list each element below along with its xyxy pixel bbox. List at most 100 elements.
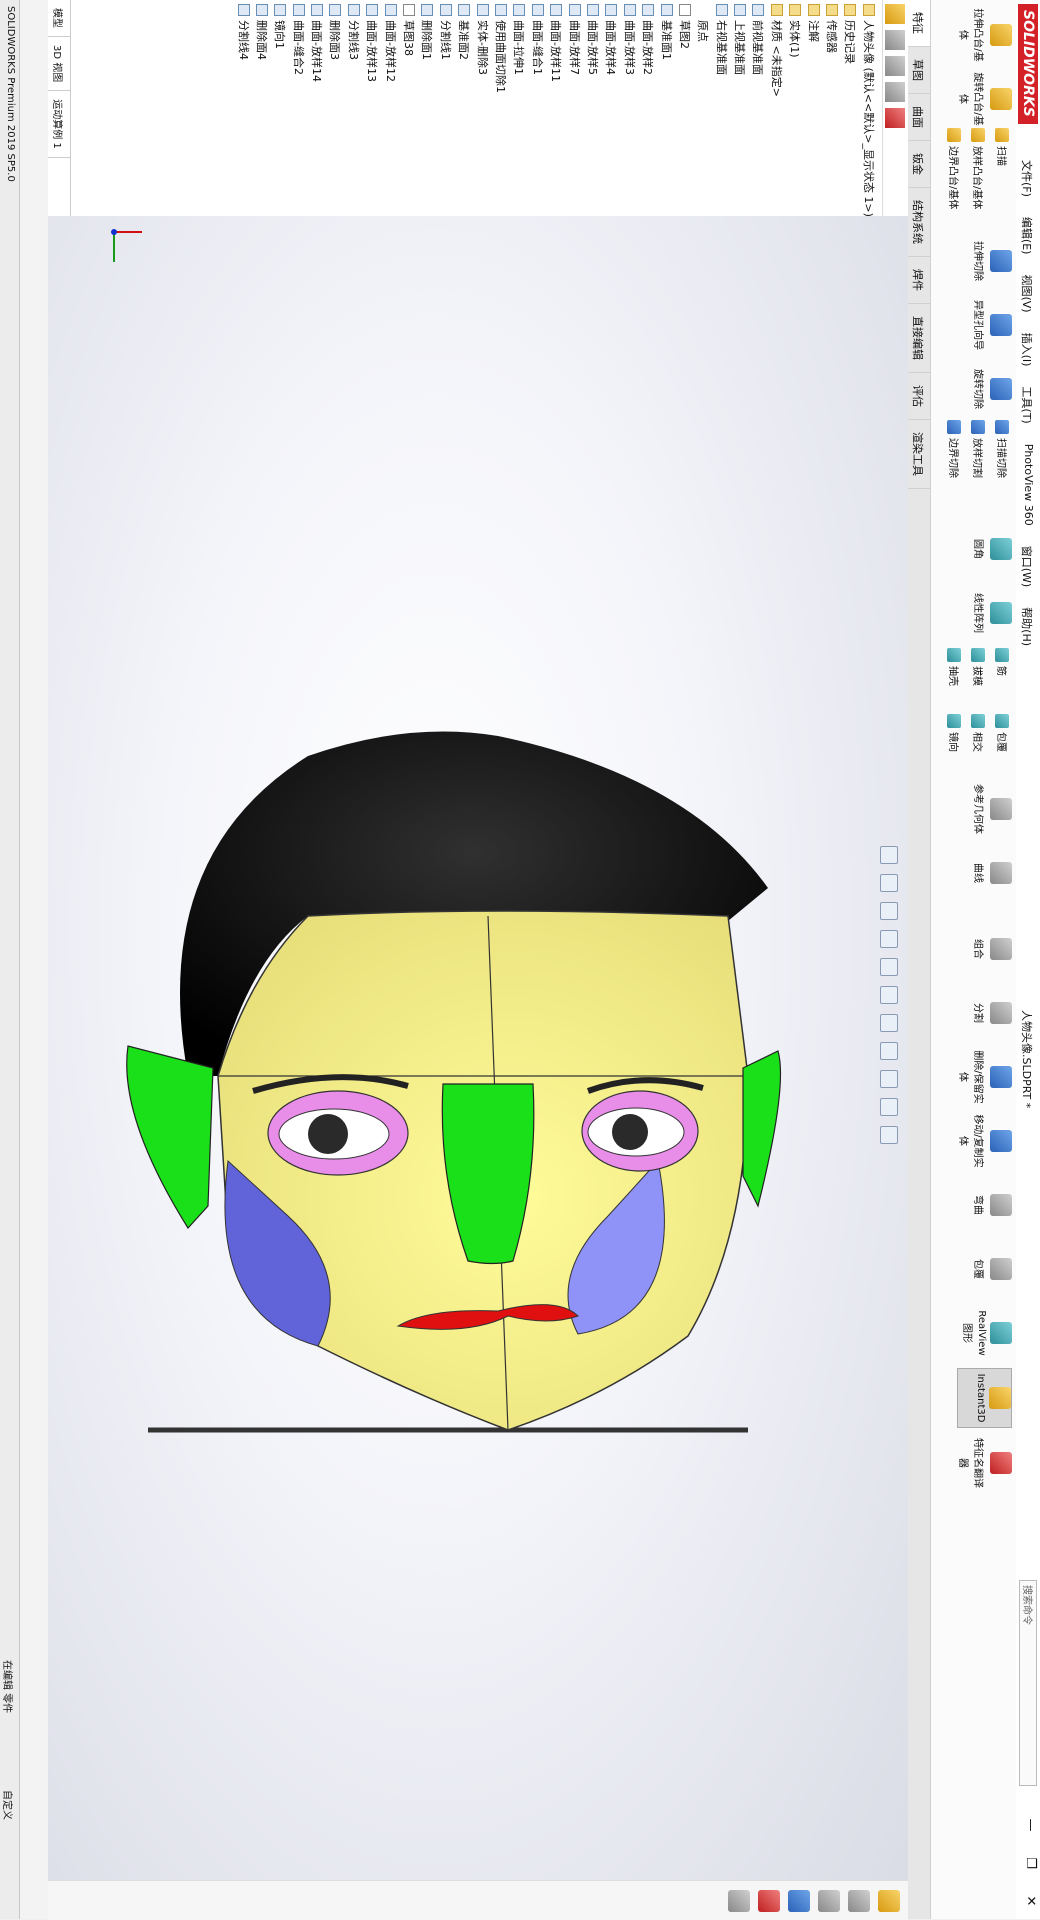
menu-edit[interactable]: 编辑(E)	[1016, 207, 1040, 265]
boundary-cut-button[interactable]: 边界切除	[947, 420, 962, 478]
tree-item[interactable]: 曲面-放样11	[547, 4, 565, 217]
revolve-cut-button[interactable]: 旋转切除	[972, 360, 1012, 418]
feature-name-translator-button[interactable]: 特征名翻译器	[957, 1434, 1012, 1492]
reference-geometry-button[interactable]: 参考几何体	[972, 780, 1012, 838]
restore-button[interactable]: ❐	[1023, 1849, 1038, 1877]
menu-photoview[interactable]: PhotoView 360	[1016, 434, 1040, 536]
mirror-button[interactable]: 镜向	[947, 714, 962, 752]
tree-item[interactable]: 草图38	[400, 4, 418, 217]
tree-item[interactable]: 曲面-放样4	[602, 4, 620, 217]
flex-button[interactable]: 弯曲	[957, 1176, 1012, 1234]
move-copy-body-button[interactable]: 移动/复制实体	[957, 1112, 1012, 1170]
tab-weldments[interactable]: 焊件	[908, 257, 930, 304]
wrap-button[interactable]: 包覆	[995, 714, 1010, 752]
tree-item[interactable]: 使用曲面切除1	[492, 4, 510, 217]
linear-pattern-button[interactable]: 线性阵列	[972, 584, 1012, 642]
tab-3d-views[interactable]: 3D 视图	[48, 37, 70, 92]
extrude-cut-button[interactable]: 拉伸切除	[972, 232, 1012, 290]
tab-structure-system[interactable]: 结构系统	[908, 188, 930, 257]
tab-direct-editing[interactable]: 直接编辑	[908, 304, 930, 373]
tree-item[interactable]: 历史记录	[841, 4, 859, 217]
tree-item[interactable]: 曲面-放样3	[621, 4, 639, 217]
wrap-2-button[interactable]: 包覆	[957, 1240, 1012, 1298]
tree-item[interactable]: 分割线3	[345, 4, 363, 217]
display-manager-tab-icon[interactable]	[885, 108, 905, 128]
menu-file[interactable]: 文件(F)	[1016, 150, 1040, 207]
boundary-boss-button[interactable]: 边界凸台/基体	[947, 128, 962, 209]
graphics-area[interactable]	[48, 216, 908, 1919]
tree-item[interactable]: 曲面-放样13	[363, 4, 381, 217]
tree-item[interactable]: 曲面-放样12	[381, 4, 399, 217]
tree-item[interactable]: 曲面-拉伸1	[510, 4, 528, 217]
combine-button[interactable]: 组合	[957, 920, 1012, 978]
solidworks-resources-icon[interactable]	[878, 1889, 900, 1912]
tree-item[interactable]: 曲面-放样2	[639, 4, 657, 217]
tree-item[interactable]: 曲面-放样14	[308, 4, 326, 217]
tab-motion-study[interactable]: 运动算例 1	[48, 91, 70, 158]
file-explorer-icon[interactable]	[818, 1889, 840, 1912]
menu-view[interactable]: 视图(V)	[1016, 264, 1040, 322]
minimize-button[interactable]: —	[1023, 1811, 1038, 1839]
tree-item[interactable]: 曲面-缝合2	[290, 4, 308, 217]
tree-item[interactable]: 曲面-放样5	[584, 4, 602, 217]
loft-cut-button[interactable]: 放样切割	[971, 420, 986, 478]
tree-item[interactable]: 上视基准面	[731, 4, 749, 217]
tab-evaluate[interactable]: 评估	[908, 373, 930, 420]
tree-item[interactable]: 分割线4	[234, 4, 252, 217]
tree-item[interactable]: 原点	[694, 4, 712, 217]
extrude-boss-button[interactable]: 拉伸凸台/基体	[957, 6, 1012, 64]
custom-properties-icon[interactable]	[728, 1889, 750, 1912]
tab-render-tools[interactable]: 渲染工具	[908, 420, 930, 489]
view-palette-icon[interactable]	[788, 1889, 810, 1912]
appearances-icon[interactable]	[758, 1889, 780, 1912]
menu-tools[interactable]: 工具(T)	[1016, 376, 1040, 433]
tree-item[interactable]: 基准面2	[455, 4, 473, 217]
configuration-manager-tab-icon[interactable]	[885, 56, 905, 76]
close-button[interactable]: ✕	[1023, 1887, 1038, 1915]
realview-button[interactable]: RealView 图形	[957, 1304, 1012, 1362]
delete-keep-body-button[interactable]: 删除/保留实体	[957, 1048, 1012, 1106]
tab-features[interactable]: 特征	[908, 0, 930, 47]
tree-item[interactable]: 镜向1	[271, 4, 289, 217]
rib-button[interactable]: 筋	[995, 648, 1010, 676]
design-library-icon[interactable]	[848, 1889, 870, 1912]
tree-item[interactable]: 曲面-缝合1	[529, 4, 547, 217]
loft-boss-button[interactable]: 放样凸台/基体	[971, 128, 986, 209]
search-commands-input[interactable]: 搜索命令	[1019, 1580, 1037, 1786]
sweep-cut-button[interactable]: 扫描切除	[995, 420, 1010, 478]
fillet-button[interactable]: 圆角	[972, 520, 1012, 578]
feature-tree-tab-icon[interactable]	[885, 4, 905, 24]
tree-item[interactable]: 分割线1	[437, 4, 455, 217]
menu-window[interactable]: 窗口(W)	[1016, 536, 1040, 597]
tree-item[interactable]: 草图2	[676, 4, 694, 217]
tree-item[interactable]: 右视基准面	[712, 4, 730, 217]
tree-item[interactable]: 材质 <未指定>	[768, 4, 786, 217]
revolve-boss-button[interactable]: 旋转凸台/基体	[957, 70, 1012, 128]
tree-item[interactable]: 实体-删除3	[473, 4, 491, 217]
split-button[interactable]: 分割	[957, 984, 1012, 1042]
curves-button[interactable]: 曲线	[972, 844, 1012, 902]
status-units[interactable]: 自定义	[1, 1790, 16, 1820]
intersect-button[interactable]: 相交	[971, 714, 986, 752]
tree-root[interactable]: 人物头像 (默认<<默认>_显示状态 1>)	[860, 4, 878, 217]
head-model[interactable]	[48, 216, 908, 1919]
tree-item[interactable]: 删除面1	[418, 4, 436, 217]
draft-button[interactable]: 拔模	[971, 648, 986, 686]
tree-item[interactable]: 曲面-放样7	[565, 4, 583, 217]
tree-item[interactable]: 删除面3	[326, 4, 344, 217]
hole-wizard-button[interactable]: 异型孔向导	[972, 296, 1012, 354]
shell-button[interactable]: 抽壳	[947, 648, 962, 686]
menu-insert[interactable]: 插入(I)	[1016, 323, 1040, 377]
instant3d-button[interactable]: Instant3D	[957, 1368, 1012, 1428]
tree-item[interactable]: 注解	[804, 4, 822, 217]
property-manager-tab-icon[interactable]	[885, 30, 905, 50]
tab-surfaces[interactable]: 曲面	[908, 94, 930, 141]
tree-item[interactable]: 前视基准面	[749, 4, 767, 217]
tab-sketch[interactable]: 草图	[908, 47, 930, 94]
tree-item[interactable]: 基准面1	[657, 4, 675, 217]
tree-item[interactable]: 传感器	[823, 4, 841, 217]
dimxpert-tab-icon[interactable]	[885, 82, 905, 102]
tree-item[interactable]: 删除面4	[253, 4, 271, 217]
tree-item[interactable]: 实体(1)	[786, 4, 804, 217]
sweep-button[interactable]: 扫描	[995, 128, 1010, 166]
